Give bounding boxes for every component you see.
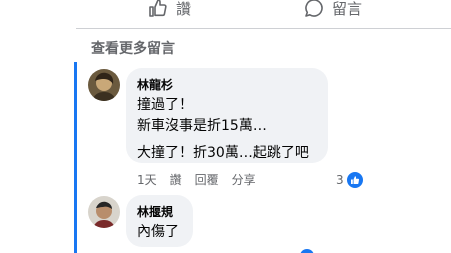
comment-bubble: 林龍杉 撞過了！ 新車沒事是折15萬… 大撞了！折30萬…起跳了吧 [126,68,328,163]
comment-bubble: 林揠規 內傷了 [126,195,193,247]
thumbs-up-icon [149,0,167,17]
like-reaction-icon [345,171,364,189]
reaction-summary[interactable]: 3 [336,171,364,189]
comment-actions: 1天 讚 回覆 分享 [137,171,256,188]
comment-like-button[interactable]: 讚 [170,171,182,188]
comment-button-label: 留言 [332,0,363,18]
comment-text-line: 內傷了 [137,224,179,240]
comment-button[interactable]: 留言 [304,0,362,22]
reaction-count: 3 [336,173,344,187]
like-button[interactable]: 讚 [148,0,191,22]
comment-text-line: 撞過了！ [137,97,193,113]
like-button-label: 讚 [176,0,192,18]
comment-text-line: 大撞了！折30萬…起跳了吧 [137,145,309,161]
reaction-icon [300,249,314,253]
comment-author[interactable]: 林揠規 [137,203,173,220]
view-more-comments-link[interactable]: 查看更多留言 [91,38,175,58]
profile-photo-icon [88,69,120,101]
comment-text-line: 新車沒事是折15萬… [137,118,267,134]
comment-time[interactable]: 1天 [137,171,157,188]
comment-bubble-icon [305,0,323,17]
comment-share-button[interactable]: 分享 [232,171,256,188]
post-action-bar: 讚 留言 [76,0,451,29]
profile-photo-icon [88,196,120,228]
avatar[interactable] [88,69,120,101]
comment-author[interactable]: 林龍杉 [137,76,173,93]
comments-section: 讚 留言 查看更多留言 林龍杉 撞過了！ 新車沒事是折15萬… 大撞了！折30萬… [0,0,451,253]
comment-reply-button[interactable]: 回覆 [195,171,219,188]
thread-line [74,62,77,253]
avatar[interactable] [88,196,120,228]
